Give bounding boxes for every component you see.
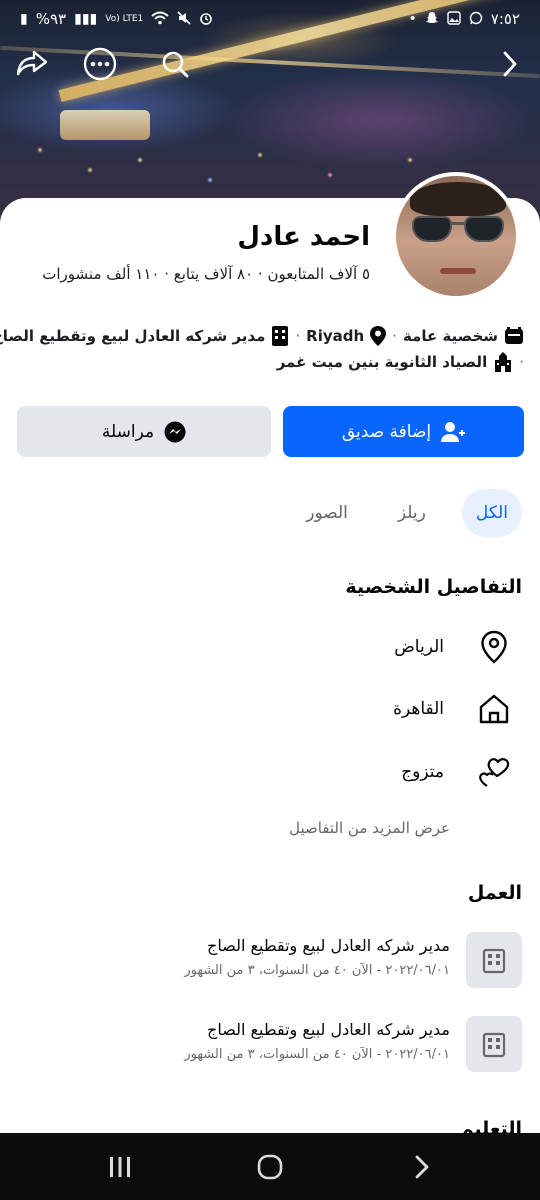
detail-row-city: الرياض xyxy=(32,627,512,667)
tab-all[interactable]: الكل xyxy=(461,489,522,537)
avatar-decor xyxy=(464,216,504,242)
detail-relationship[interactable]: متزوج xyxy=(401,762,444,782)
alarm-icon xyxy=(199,11,213,28)
share-button[interactable] xyxy=(14,46,50,82)
status-bar: ▮ %٩٣ ▮▮▮ Vo) LTE1 • ٧:٥٢ xyxy=(0,0,540,38)
detail-city[interactable]: الرياض xyxy=(394,637,444,657)
profile-category: شخصية عامة xyxy=(402,327,498,345)
back-nav-button[interactable] xyxy=(402,1151,442,1183)
recents-icon xyxy=(110,1157,130,1177)
status-right: • ٧:٥٢ xyxy=(409,10,521,28)
chevron-right-icon xyxy=(503,51,517,77)
see-more-details-link[interactable]: عرض المزيد من التفاصيل xyxy=(289,819,450,837)
work-title-text: مدير شركه العادل لبيع وتقطيع الصاج xyxy=(207,1020,450,1039)
school-icon xyxy=(493,352,513,372)
battery-level: %٩٣ xyxy=(35,10,67,28)
work-text: مدير شركه العادل لبيع وتقطيع الصاج ٢٠٢٢/… xyxy=(184,1016,450,1062)
hearts-icon xyxy=(476,754,512,790)
system-nav-bar xyxy=(0,1133,540,1200)
snapchat-icon xyxy=(425,11,439,28)
location-pin-icon xyxy=(370,326,387,346)
gallery-icon xyxy=(447,10,461,28)
add-friend-label: إضافة صديق xyxy=(341,421,432,442)
search-button[interactable] xyxy=(157,46,193,82)
tab-photos[interactable]: الصور xyxy=(292,489,362,537)
tab-reels[interactable]: ريلز xyxy=(384,489,440,537)
cover-toolbar xyxy=(0,46,540,86)
more-options-button[interactable] xyxy=(82,46,118,82)
signal-icon: ▮▮▮ xyxy=(74,11,98,27)
add-friend-button[interactable]: إضافة صديق xyxy=(283,406,524,457)
profile-info-line-2: · الصياد الثانوية بنين ميت غمر xyxy=(16,352,524,372)
separator: · xyxy=(519,353,524,371)
profile-info-line-1: شخصية عامة · Riyadh · مدير شركه العادل ل… xyxy=(0,326,524,346)
search-icon xyxy=(162,51,189,78)
battery-icon: ▮ xyxy=(20,11,28,27)
avatar-decor xyxy=(410,182,506,216)
network-label: Vo) LTE1 xyxy=(105,14,144,24)
back-button[interactable] xyxy=(492,46,528,82)
wifi-icon xyxy=(151,11,169,28)
profile-job[interactable]: مدير شركه العادل لبيع وتقطيع الصاج xyxy=(0,327,265,345)
chevron-right-icon xyxy=(415,1155,429,1179)
status-left: ▮ %٩٣ ▮▮▮ Vo) LTE1 xyxy=(20,10,213,28)
work-title: العمل xyxy=(467,882,522,904)
share-icon xyxy=(16,50,48,76)
notification-dot-icon: • xyxy=(408,11,417,27)
clock: ٧:٥٢ xyxy=(490,10,520,28)
separator: · xyxy=(392,327,397,345)
avatar-decor xyxy=(412,216,452,242)
profile-stats[interactable]: ٥ آلاف المتابعون · ٨٠ آلاف يتابع · ١١٠ أ… xyxy=(42,265,370,283)
work-title-text: مدير شركه العادل لبيع وتقطيع الصاج xyxy=(207,936,450,955)
avatar-decor xyxy=(408,216,508,242)
avatar[interactable] xyxy=(392,172,520,300)
recents-button[interactable] xyxy=(100,1151,140,1183)
detail-row-hometown: القاهرة xyxy=(32,689,512,729)
work-building-icon xyxy=(466,1016,522,1072)
whatsapp-icon xyxy=(469,11,483,28)
content-tabs: الكل ريلز الصور xyxy=(292,489,522,537)
location-pin-icon xyxy=(476,629,512,665)
home-button[interactable] xyxy=(250,1151,290,1183)
separator: · xyxy=(295,327,301,345)
work-item[interactable]: مدير شركه العادل لبيع وتقطيع الصاج ٢٠٢٢/… xyxy=(18,932,522,992)
work-text: مدير شركه العادل لبيع وتقطيع الصاج ٢٠٢٢/… xyxy=(184,932,450,978)
messenger-icon xyxy=(164,421,186,443)
more-icon xyxy=(83,47,117,81)
work-building-icon xyxy=(466,932,522,988)
profile-city[interactable]: Riyadh xyxy=(306,327,364,345)
add-friend-icon xyxy=(441,421,466,443)
message-button[interactable]: مراسلة xyxy=(17,406,271,457)
category-icon xyxy=(504,327,524,345)
avatar-decor xyxy=(452,222,464,225)
mute-icon xyxy=(177,10,191,28)
work-dates: ٢٠٢٢/٠٦/٠١ - الآن ٤٠ من السنوات، ٣ من ال… xyxy=(184,1047,450,1062)
detail-hometown[interactable]: القاهرة xyxy=(393,699,444,719)
profile-school[interactable]: الصياد الثانوية بنين ميت غمر xyxy=(277,353,488,371)
details-title: التفاصيل الشخصية xyxy=(345,576,522,598)
message-label: مراسلة xyxy=(101,421,155,442)
detail-row-relationship: متزوج xyxy=(32,752,512,792)
work-dates: ٢٠٢٢/٠٦/٠١ - الآن ٤٠ من السنوات، ٣ من ال… xyxy=(184,963,450,978)
avatar-decor xyxy=(440,268,476,274)
work-item[interactable]: مدير شركه العادل لبيع وتقطيع الصاج ٢٠٢٢/… xyxy=(18,1016,522,1076)
profile-name: احمد عادل xyxy=(237,222,370,252)
home-icon xyxy=(476,691,512,727)
building-icon xyxy=(271,326,289,346)
home-circle-icon xyxy=(257,1154,283,1180)
